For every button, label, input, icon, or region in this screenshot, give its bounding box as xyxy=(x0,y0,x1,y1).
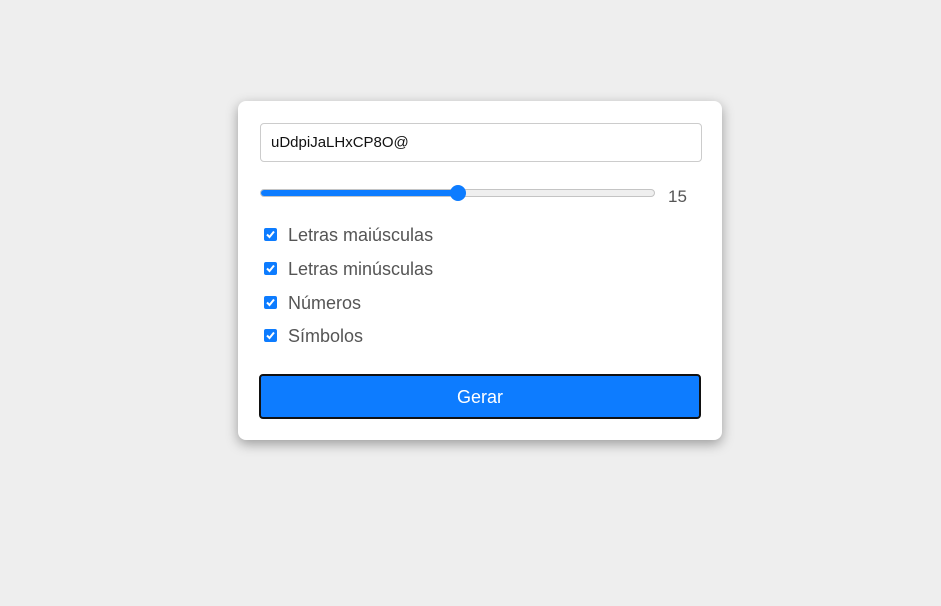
generate-button[interactable]: Gerar xyxy=(259,374,701,419)
lowercase-checkbox[interactable] xyxy=(264,262,277,275)
length-slider-thumb[interactable] xyxy=(449,185,466,201)
symbols-checkbox[interactable] xyxy=(264,329,277,342)
numbers-checkbox[interactable] xyxy=(264,296,277,309)
uppercase-checkbox[interactable] xyxy=(264,228,277,241)
length-slider-row: 15 xyxy=(260,183,700,207)
length-value: 15 xyxy=(668,187,687,206)
password-output-field[interactable] xyxy=(260,123,702,162)
password-generator-card: 15 Letras maiúsculas Letras minúsculas N… xyxy=(238,101,722,440)
symbols-label: Símbolos xyxy=(288,326,364,346)
uppercase-label: Letras maiúsculas xyxy=(288,225,434,245)
numbers-label: Números xyxy=(288,293,362,313)
lowercase-label: Letras minúsculas xyxy=(288,259,434,279)
length-slider-fill xyxy=(261,190,458,196)
